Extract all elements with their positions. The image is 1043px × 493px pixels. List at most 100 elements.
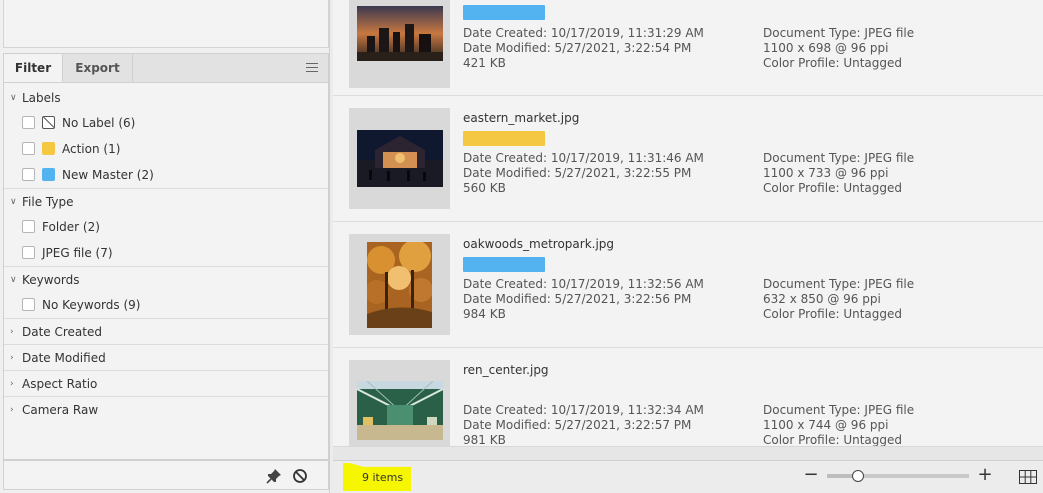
- date-modified: Date Modified: 5/27/2021, 3:22:56 PM: [463, 292, 692, 306]
- date-modified: Date Modified: 5/27/2021, 3:22:57 PM: [463, 418, 692, 432]
- section-title: Date Modified: [22, 351, 106, 365]
- section-date-created[interactable]: › Date Created: [4, 319, 328, 345]
- filter-row-jpeg[interactable]: JPEG file (7): [4, 240, 328, 266]
- section-aspect-ratio[interactable]: › Aspect Ratio: [4, 371, 328, 397]
- filter-label: Folder (2): [42, 220, 100, 234]
- item-count: 9 items: [362, 471, 404, 484]
- label-color-bar: [463, 5, 545, 20]
- filter-row-no-label[interactable]: No Label (6): [4, 110, 328, 136]
- tab-export[interactable]: Export: [63, 54, 133, 83]
- chevron-right-icon: ›: [10, 379, 14, 389]
- list-item[interactable]: Date Created: 10/17/2019, 11:31:29 AM Da…: [333, 0, 1043, 96]
- file-size: 421 KB: [463, 56, 506, 70]
- meta-right: Document Type: JPEG file 632 x 850 @ 96 …: [763, 277, 914, 322]
- document-type: Document Type: JPEG file: [763, 151, 915, 165]
- list-item[interactable]: eastern_market.jpg Date Created: 10/17/2…: [333, 96, 1043, 222]
- chevron-right-icon: ›: [10, 405, 14, 415]
- meta-left: Date Created: 10/17/2019, 11:32:56 AM Da…: [463, 277, 704, 322]
- dimensions: 1100 x 698 @ 96 ppi: [763, 41, 889, 55]
- horizontal-scrollbar[interactable]: [333, 446, 1043, 460]
- document-type: Document Type: JPEG file: [763, 277, 915, 291]
- file-size: 560 KB: [463, 181, 506, 195]
- thumbnail-frame: [349, 360, 450, 460]
- date-created: Date Created: 10/17/2019, 11:31:46 AM: [463, 151, 704, 165]
- date-created: Date Created: 10/17/2019, 11:32:56 AM: [463, 277, 704, 291]
- dimensions: 1100 x 733 @ 96 ppi: [763, 166, 889, 180]
- section-title: Labels: [22, 91, 61, 105]
- checkbox[interactable]: [22, 142, 35, 155]
- section-title: Camera Raw: [22, 403, 99, 417]
- color-profile: Color Profile: Untagged: [763, 181, 902, 195]
- checkbox[interactable]: [22, 116, 35, 129]
- list-item[interactable]: oakwoods_metropark.jpg Date Created: 10/…: [333, 222, 1043, 348]
- meta-left: Date Created: 10/17/2019, 11:32:34 AM Da…: [463, 403, 704, 448]
- panel-tabs: Filter Export: [3, 53, 329, 83]
- section-file-type[interactable]: ∨ File Type: [4, 189, 328, 215]
- section-labels[interactable]: ∨ Labels: [4, 85, 328, 111]
- meta-left: Date Created: 10/17/2019, 11:31:29 AM Da…: [463, 26, 704, 71]
- zoom-in-icon[interactable]: +: [977, 466, 993, 484]
- filter-row-no-keywords[interactable]: No Keywords (9): [4, 292, 328, 318]
- document-type: Document Type: JPEG file: [763, 26, 915, 40]
- hamburger-menu-icon[interactable]: [306, 63, 318, 73]
- date-created: Date Created: 10/17/2019, 11:31:29 AM: [463, 26, 704, 40]
- dimensions: 1100 x 744 @ 96 ppi: [763, 418, 889, 432]
- thumbnail-frame: [349, 0, 450, 88]
- thumbnail-image: [357, 130, 443, 187]
- pin-icon[interactable]: [266, 468, 282, 484]
- chevron-down-icon: ∨: [10, 197, 17, 207]
- filter-label: No Label (6): [62, 116, 136, 130]
- checkbox[interactable]: [22, 168, 35, 181]
- zoom-slider[interactable]: [827, 470, 969, 482]
- list-item[interactable]: ren_center.jpg Date Created: 10/17/2019,…: [333, 348, 1043, 460]
- file-name: ren_center.jpg: [463, 363, 549, 377]
- thumbnail-image: [357, 6, 443, 61]
- tab-filter[interactable]: Filter: [4, 54, 63, 83]
- section-camera-raw[interactable]: › Camera Raw: [4, 397, 328, 423]
- grid-view-icon[interactable]: [1019, 470, 1037, 484]
- filter-label: New Master (2): [62, 168, 154, 182]
- file-name: eastern_market.jpg: [463, 111, 580, 125]
- checkbox[interactable]: [22, 220, 35, 233]
- chevron-right-icon: ›: [10, 327, 14, 337]
- filter-label: JPEG file (7): [42, 246, 113, 260]
- checkbox[interactable]: [22, 246, 35, 259]
- clear-filter-icon[interactable]: [292, 468, 308, 484]
- meta-right: Document Type: JPEG file 1100 x 733 @ 96…: [763, 151, 914, 196]
- thumbnail-frame: [349, 234, 450, 335]
- document-type: Document Type: JPEG file: [763, 403, 915, 417]
- zoom-out-icon[interactable]: −: [803, 466, 819, 484]
- panel-top-area: [3, 0, 329, 48]
- date-modified: Date Modified: 5/27/2021, 3:22:54 PM: [463, 41, 692, 55]
- color-profile: Color Profile: Untagged: [763, 307, 902, 321]
- chevron-down-icon: ∨: [10, 93, 17, 103]
- section-title: Date Created: [22, 325, 102, 339]
- thumbnail-frame: [349, 108, 450, 209]
- meta-right: Document Type: JPEG file 1100 x 698 @ 96…: [763, 26, 914, 71]
- yellow-label-swatch-icon: [42, 142, 55, 155]
- filter-label: No Keywords (9): [42, 298, 141, 312]
- chevron-down-icon: ∨: [10, 275, 17, 285]
- section-date-modified[interactable]: › Date Modified: [4, 345, 328, 371]
- date-modified: Date Modified: 5/27/2021, 3:22:55 PM: [463, 166, 692, 180]
- date-created: Date Created: 10/17/2019, 11:32:34 AM: [463, 403, 704, 417]
- content-list: Date Created: 10/17/2019, 11:31:29 AM Da…: [333, 0, 1043, 460]
- meta-left: Date Created: 10/17/2019, 11:31:46 AM Da…: [463, 151, 704, 196]
- section-title: File Type: [22, 195, 74, 209]
- status-bar: 9 items − +: [333, 460, 1043, 493]
- section-title: Aspect Ratio: [22, 377, 98, 391]
- filter-label: Action (1): [62, 142, 121, 156]
- filter-row-action[interactable]: Action (1): [4, 136, 328, 162]
- filter-row-new-master[interactable]: New Master (2): [4, 162, 328, 188]
- chevron-right-icon: ›: [10, 353, 14, 363]
- meta-right: Document Type: JPEG file 1100 x 744 @ 96…: [763, 403, 914, 448]
- filter-panel: Filter Export ∨ Labels No Label (6) Acti…: [0, 0, 330, 493]
- filter-list: ∨ Labels No Label (6) Action (1) New Mas…: [3, 82, 329, 460]
- section-title: Keywords: [22, 273, 80, 287]
- section-keywords[interactable]: ∨ Keywords: [4, 267, 328, 293]
- blue-label-swatch-icon: [42, 168, 55, 181]
- checkbox[interactable]: [22, 298, 35, 311]
- filter-row-folder[interactable]: Folder (2): [4, 214, 328, 240]
- zoom-slider-thumb[interactable]: [852, 470, 865, 482]
- no-label-swatch-icon: [42, 116, 55, 129]
